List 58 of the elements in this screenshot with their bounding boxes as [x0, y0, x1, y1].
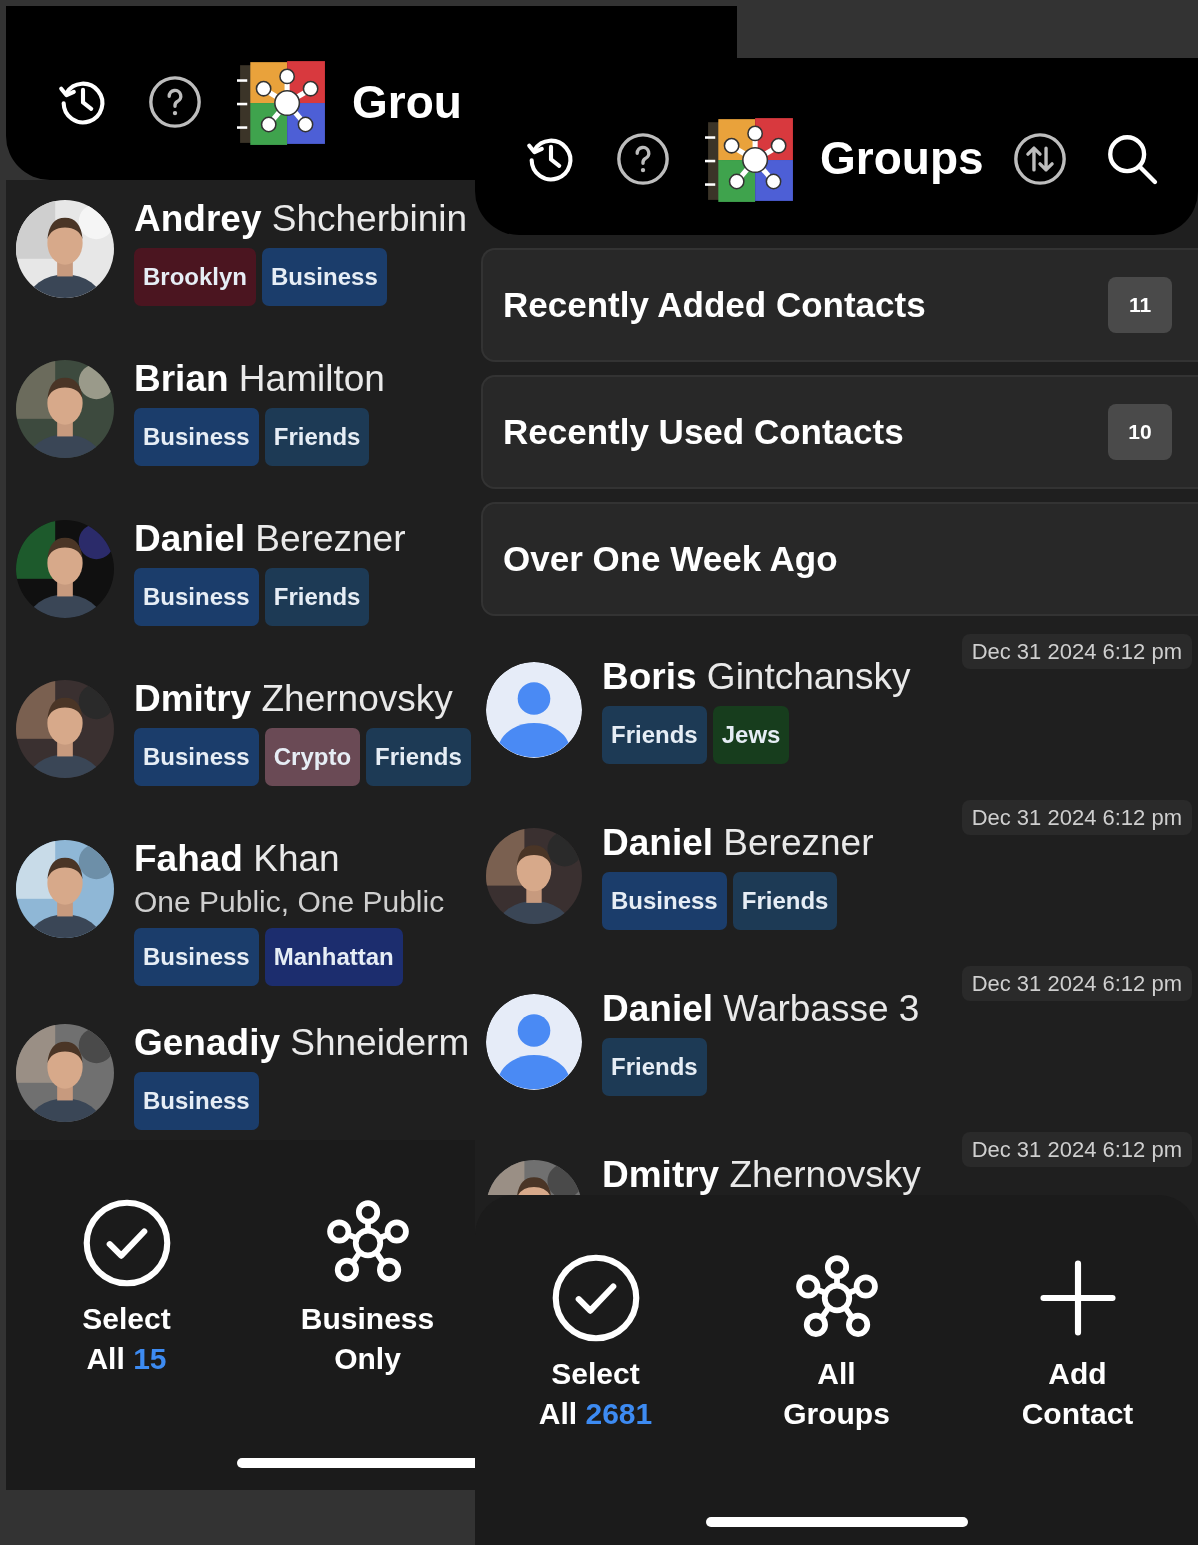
group-row[interactable]: Recently Added Contacts 11 [481, 248, 1198, 362]
contact-name: Dmitry Zhernovsky [602, 1153, 922, 1195]
contact-name: Daniel Berezner [134, 517, 407, 561]
tag: Crypto [264, 728, 361, 786]
contact-row[interactable]: Fahad Khan One Public, One Public Business Manhattan [6, 820, 475, 1004]
contact-subtitle: One Public, One Public [134, 884, 446, 920]
group-name: Over One Week Ago [503, 537, 839, 580]
tag: Friends [264, 568, 370, 626]
count-badge: 10 [1108, 404, 1172, 460]
date-label: Dec 31 2024 6:12 pm [961, 634, 1192, 669]
contact-name: Daniel Berezner [602, 821, 875, 865]
select-all-button[interactable]: Select All 2681 [475, 1252, 716, 1434]
tag: Business [262, 248, 387, 306]
contact-row[interactable]: Andrey Shcherbinin Brooklyn Business [6, 180, 475, 340]
tag: Business [134, 728, 259, 786]
contact-row[interactable]: Daniel Berezner Business Friends [6, 500, 475, 660]
tag: Business [134, 408, 259, 466]
group-name: Recently Added Contacts [503, 283, 927, 326]
tag: Business [134, 568, 259, 626]
person-avatar-icon [486, 994, 582, 1090]
contact-row[interactable]: Daniel Berezner Business Friends Dec 31 2024 6:12 pm [475, 795, 1198, 961]
tag: Friends [602, 1038, 707, 1096]
contact-row[interactable]: Dmitry Zhernovsky Business Crypto Friends [6, 660, 475, 820]
contact-name: Brian Hamilton [134, 357, 386, 401]
tag: Friends [602, 706, 707, 764]
select-all-button[interactable]: Select All 15 [6, 1197, 247, 1379]
group-row[interactable]: Recently Used Contacts 10 [481, 375, 1198, 489]
tag: Manhattan [264, 928, 403, 986]
groups-button[interactable]: All Groups [716, 1252, 957, 1434]
tag: Business [602, 872, 727, 930]
tag: Business [134, 1072, 259, 1130]
groups-button[interactable]: Business Only [247, 1197, 475, 1379]
tag: Business [134, 928, 259, 986]
contact-name: Genadiy Shneiderm [134, 1021, 471, 1065]
contact-name: Boris Gintchansky [602, 655, 912, 699]
group-name: Recently Used Contacts [503, 410, 905, 453]
contact-name: Dmitry Zhernovsky [134, 677, 454, 721]
date-label: Dec 31 2024 6:12 pm [961, 1132, 1192, 1167]
group-row[interactable]: Over One Week Ago [481, 502, 1198, 616]
date-label: Dec 31 2024 6:12 pm [961, 800, 1192, 835]
contact-name: Andrey Shcherbinin [134, 197, 469, 241]
count-badge: 11 [1108, 277, 1172, 333]
contact-row[interactable]: Brian Hamilton Business Friends [6, 340, 475, 500]
add-contact-button[interactable]: Add Contact [957, 1252, 1198, 1434]
contact-row[interactable]: Boris Gintchansky Friends Jews Dec 31 2024 6:12 pm [475, 629, 1198, 795]
tag: Jews [712, 706, 790, 764]
date-label: Dec 31 2024 6:12 pm [961, 966, 1192, 1001]
tag: Friends [732, 872, 838, 930]
contact-name: Fahad Khan [134, 837, 341, 881]
person-avatar-icon [486, 662, 582, 758]
tag: Friends [264, 408, 370, 466]
screen-title: Grou [352, 76, 462, 128]
contact-row[interactable]: Daniel Warbasse 3 Friends Dec 31 2024 6:12 pm [475, 961, 1198, 1127]
help-icon[interactable] [146, 73, 204, 131]
contact-name: Daniel Warbasse 3 [602, 987, 921, 1031]
tag: Friends [366, 728, 471, 786]
screen-title: Groups [820, 133, 984, 184]
tag: Brooklyn [134, 248, 256, 306]
